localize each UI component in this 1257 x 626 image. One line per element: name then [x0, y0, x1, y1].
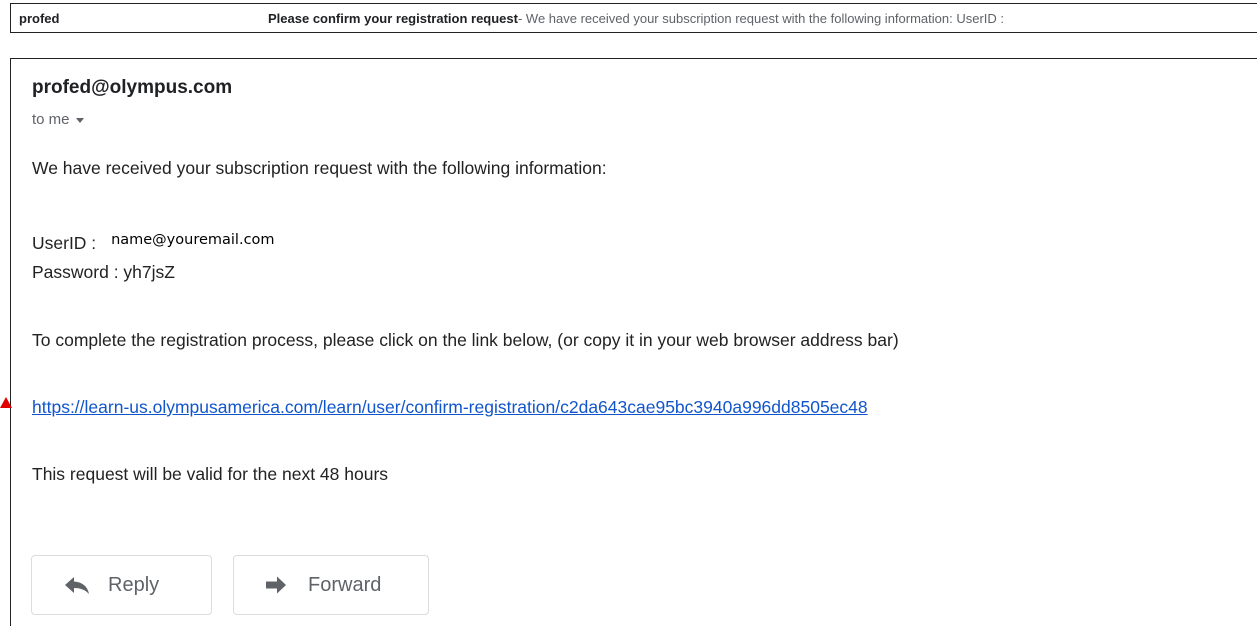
instruction-text: To complete the registration process, pl… [32, 330, 899, 350]
intro-text: We have received your subscription reque… [32, 158, 607, 178]
userid-label: UserID : [32, 233, 97, 253]
userid-value: name@youremail.com [111, 232, 275, 248]
annotation-arrow-icon [0, 397, 12, 408]
reply-label: Reply [108, 573, 160, 596]
inbox-sender: profed [19, 10, 60, 26]
email-view: profed@olympus.com to me We have receive… [10, 58, 1257, 626]
forward-button[interactable]: Forward [233, 555, 429, 615]
chevron-down-icon [75, 118, 84, 123]
confirm-link-line: https://learn-us.olympusamerica.com/lear… [32, 397, 868, 418]
reply-button[interactable]: Reply [31, 555, 212, 615]
forward-arrow-icon [264, 575, 290, 595]
validity-text: This request will be valid for the next … [32, 464, 389, 484]
inbox-snippet: - We have received your subscription req… [517, 10, 1005, 26]
recipient-dropdown[interactable]: to me [32, 111, 84, 128]
userid-line: UserID : name@youremail.com [32, 232, 275, 254]
sender-address: profed@olympus.com [32, 77, 233, 98]
forward-label: Forward [308, 573, 382, 596]
inbox-row[interactable]: profed Please confirm your registration … [10, 3, 1257, 33]
reply-arrow-icon [64, 575, 90, 595]
inbox-subject: Please confirm your registration request [268, 10, 518, 26]
password-line: Password : yh7jsZ [32, 262, 175, 282]
recipient-label: to me [32, 111, 70, 128]
confirmation-link[interactable]: https://learn-us.olympusamerica.com/lear… [32, 397, 868, 417]
